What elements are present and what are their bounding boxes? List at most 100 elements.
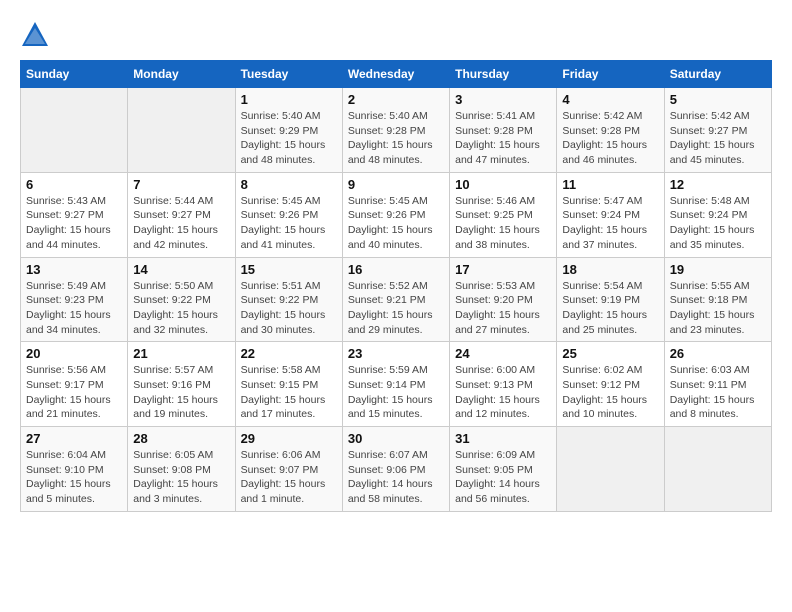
day-number: 9 — [348, 177, 444, 192]
day-number: 12 — [670, 177, 766, 192]
calendar-cell: 23 Sunrise: 5:59 AM Sunset: 9:14 PM Dayli… — [342, 342, 449, 427]
calendar-cell: 22 Sunrise: 5:58 AM Sunset: 9:15 PM Dayli… — [235, 342, 342, 427]
day-info: Sunrise: 5:43 AM Sunset: 9:27 PM Dayligh… — [26, 194, 122, 253]
day-info: Sunrise: 5:40 AM Sunset: 9:29 PM Dayligh… — [241, 109, 337, 168]
calendar-cell: 21 Sunrise: 5:57 AM Sunset: 9:16 PM Dayli… — [128, 342, 235, 427]
day-info: Sunrise: 6:06 AM Sunset: 9:07 PM Dayligh… — [241, 448, 337, 507]
calendar-cell — [664, 427, 771, 512]
calendar-cell: 6 Sunrise: 5:43 AM Sunset: 9:27 PM Daylig… — [21, 172, 128, 257]
calendar-row: 27 Sunrise: 6:04 AM Sunset: 9:10 PM Dayli… — [21, 427, 772, 512]
logo-icon — [20, 20, 50, 50]
day-number: 26 — [670, 346, 766, 361]
calendar-cell: 1 Sunrise: 5:40 AM Sunset: 9:29 PM Daylig… — [235, 88, 342, 173]
calendar-table: SundayMondayTuesdayWednesdayThursdayFrid… — [20, 60, 772, 512]
calendar-cell: 3 Sunrise: 5:41 AM Sunset: 9:28 PM Daylig… — [450, 88, 557, 173]
calendar-cell: 16 Sunrise: 5:52 AM Sunset: 9:21 PM Dayli… — [342, 257, 449, 342]
calendar-cell: 8 Sunrise: 5:45 AM Sunset: 9:26 PM Daylig… — [235, 172, 342, 257]
day-info: Sunrise: 5:44 AM Sunset: 9:27 PM Dayligh… — [133, 194, 229, 253]
calendar-cell: 28 Sunrise: 6:05 AM Sunset: 9:08 PM Dayli… — [128, 427, 235, 512]
calendar-cell: 29 Sunrise: 6:06 AM Sunset: 9:07 PM Dayli… — [235, 427, 342, 512]
day-info: Sunrise: 5:45 AM Sunset: 9:26 PM Dayligh… — [348, 194, 444, 253]
page-header — [20, 20, 772, 50]
day-number: 16 — [348, 262, 444, 277]
day-number: 13 — [26, 262, 122, 277]
day-number: 19 — [670, 262, 766, 277]
day-number: 10 — [455, 177, 551, 192]
calendar-cell: 17 Sunrise: 5:53 AM Sunset: 9:20 PM Dayli… — [450, 257, 557, 342]
calendar-cell: 18 Sunrise: 5:54 AM Sunset: 9:19 PM Dayli… — [557, 257, 664, 342]
day-number: 29 — [241, 431, 337, 446]
day-number: 24 — [455, 346, 551, 361]
day-info: Sunrise: 5:53 AM Sunset: 9:20 PM Dayligh… — [455, 279, 551, 338]
day-number: 23 — [348, 346, 444, 361]
day-info: Sunrise: 5:45 AM Sunset: 9:26 PM Dayligh… — [241, 194, 337, 253]
calendar-cell: 10 Sunrise: 5:46 AM Sunset: 9:25 PM Dayli… — [450, 172, 557, 257]
day-info: Sunrise: 6:07 AM Sunset: 9:06 PM Dayligh… — [348, 448, 444, 507]
weekday-header: Saturday — [664, 61, 771, 88]
day-number: 31 — [455, 431, 551, 446]
day-number: 3 — [455, 92, 551, 107]
day-info: Sunrise: 5:59 AM Sunset: 9:14 PM Dayligh… — [348, 363, 444, 422]
calendar-cell: 7 Sunrise: 5:44 AM Sunset: 9:27 PM Daylig… — [128, 172, 235, 257]
day-number: 25 — [562, 346, 658, 361]
weekday-header: Wednesday — [342, 61, 449, 88]
calendar-row: 1 Sunrise: 5:40 AM Sunset: 9:29 PM Daylig… — [21, 88, 772, 173]
day-info: Sunrise: 6:03 AM Sunset: 9:11 PM Dayligh… — [670, 363, 766, 422]
day-number: 8 — [241, 177, 337, 192]
calendar-cell: 24 Sunrise: 6:00 AM Sunset: 9:13 PM Dayli… — [450, 342, 557, 427]
day-number: 18 — [562, 262, 658, 277]
calendar-cell: 13 Sunrise: 5:49 AM Sunset: 9:23 PM Dayli… — [21, 257, 128, 342]
day-number: 2 — [348, 92, 444, 107]
day-number: 21 — [133, 346, 229, 361]
weekday-header-row: SundayMondayTuesdayWednesdayThursdayFrid… — [21, 61, 772, 88]
day-number: 5 — [670, 92, 766, 107]
calendar-cell: 31 Sunrise: 6:09 AM Sunset: 9:05 PM Dayli… — [450, 427, 557, 512]
day-info: Sunrise: 5:46 AM Sunset: 9:25 PM Dayligh… — [455, 194, 551, 253]
calendar-cell: 20Sunrise: 5:56 AM Sunset: 9:17 PM Dayli… — [21, 342, 128, 427]
calendar-cell: 9 Sunrise: 5:45 AM Sunset: 9:26 PM Daylig… — [342, 172, 449, 257]
calendar-cell — [128, 88, 235, 173]
day-number: 22 — [241, 346, 337, 361]
day-info: Sunrise: 5:50 AM Sunset: 9:22 PM Dayligh… — [133, 279, 229, 338]
day-info: Sunrise: 5:49 AM Sunset: 9:23 PM Dayligh… — [26, 279, 122, 338]
calendar-cell: 19Sunrise: 5:55 AM Sunset: 9:18 PM Dayli… — [664, 257, 771, 342]
calendar-cell: 5 Sunrise: 5:42 AM Sunset: 9:27 PM Daylig… — [664, 88, 771, 173]
day-info: Sunrise: 5:42 AM Sunset: 9:28 PM Dayligh… — [562, 109, 658, 168]
day-number: 28 — [133, 431, 229, 446]
calendar-cell: 14 Sunrise: 5:50 AM Sunset: 9:22 PM Dayli… — [128, 257, 235, 342]
calendar-cell: 27 Sunrise: 6:04 AM Sunset: 9:10 PM Dayli… — [21, 427, 128, 512]
weekday-header: Tuesday — [235, 61, 342, 88]
calendar-cell — [21, 88, 128, 173]
day-info: Sunrise: 5:51 AM Sunset: 9:22 PM Dayligh… — [241, 279, 337, 338]
day-info: Sunrise: 6:09 AM Sunset: 9:05 PM Dayligh… — [455, 448, 551, 507]
logo — [20, 20, 52, 50]
day-info: Sunrise: 6:04 AM Sunset: 9:10 PM Dayligh… — [26, 448, 122, 507]
calendar-cell: 30 Sunrise: 6:07 AM Sunset: 9:06 PM Dayli… — [342, 427, 449, 512]
calendar-row: 20Sunrise: 5:56 AM Sunset: 9:17 PM Dayli… — [21, 342, 772, 427]
day-number: 1 — [241, 92, 337, 107]
day-number: 15 — [241, 262, 337, 277]
calendar-row: 6 Sunrise: 5:43 AM Sunset: 9:27 PM Daylig… — [21, 172, 772, 257]
day-number: 4 — [562, 92, 658, 107]
day-info: Sunrise: 5:40 AM Sunset: 9:28 PM Dayligh… — [348, 109, 444, 168]
day-info: Sunrise: 6:05 AM Sunset: 9:08 PM Dayligh… — [133, 448, 229, 507]
day-info: Sunrise: 5:54 AM Sunset: 9:19 PM Dayligh… — [562, 279, 658, 338]
day-number: 6 — [26, 177, 122, 192]
weekday-header: Sunday — [21, 61, 128, 88]
day-info: Sunrise: 5:57 AM Sunset: 9:16 PM Dayligh… — [133, 363, 229, 422]
day-info: Sunrise: 5:52 AM Sunset: 9:21 PM Dayligh… — [348, 279, 444, 338]
day-number: 30 — [348, 431, 444, 446]
day-info: Sunrise: 5:41 AM Sunset: 9:28 PM Dayligh… — [455, 109, 551, 168]
day-number: 17 — [455, 262, 551, 277]
day-info: Sunrise: 5:58 AM Sunset: 9:15 PM Dayligh… — [241, 363, 337, 422]
day-info: Sunrise: 5:56 AM Sunset: 9:17 PM Dayligh… — [26, 363, 122, 422]
day-number: 14 — [133, 262, 229, 277]
calendar-cell: 2 Sunrise: 5:40 AM Sunset: 9:28 PM Daylig… — [342, 88, 449, 173]
day-info: Sunrise: 5:42 AM Sunset: 9:27 PM Dayligh… — [670, 109, 766, 168]
day-info: Sunrise: 6:02 AM Sunset: 9:12 PM Dayligh… — [562, 363, 658, 422]
calendar-cell: 12Sunrise: 5:48 AM Sunset: 9:24 PM Dayli… — [664, 172, 771, 257]
day-number: 7 — [133, 177, 229, 192]
day-info: Sunrise: 5:47 AM Sunset: 9:24 PM Dayligh… — [562, 194, 658, 253]
day-info: Sunrise: 6:00 AM Sunset: 9:13 PM Dayligh… — [455, 363, 551, 422]
day-number: 27 — [26, 431, 122, 446]
